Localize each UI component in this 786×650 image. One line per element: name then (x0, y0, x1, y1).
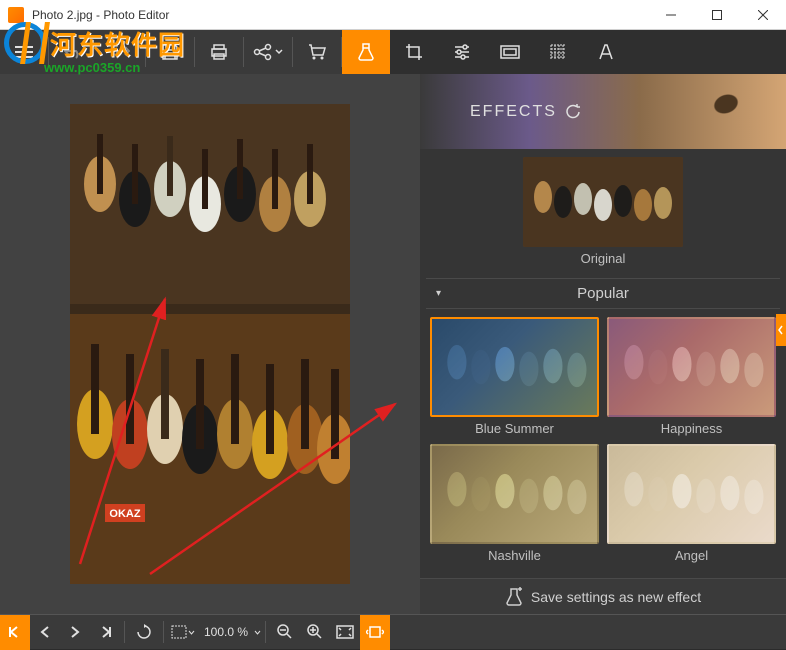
app-icon (8, 7, 24, 23)
svg-text:OKAZ: OKAZ (109, 508, 140, 520)
preset-label: Blue Summer (475, 421, 554, 436)
bottom-toolbar: 100.0 % (0, 614, 786, 649)
close-button[interactable] (740, 0, 786, 30)
undo-button[interactable] (49, 30, 97, 74)
preset-label: Angel (675, 548, 708, 563)
cart-button[interactable] (293, 30, 341, 74)
preset-nashville[interactable]: Nashville (430, 444, 599, 563)
collapse-icon: ▾ (436, 288, 441, 299)
title-bar: Photo 2.jpg - Photo Editor (0, 0, 786, 30)
effects-title: EFFECTS (470, 103, 557, 121)
effects-panel: EFFECTS Original ▾ Popular Blue Summer Ha… (420, 74, 786, 614)
main-toolbar (0, 30, 786, 74)
redo-button[interactable] (97, 30, 145, 74)
prev-button[interactable] (30, 615, 60, 650)
flask-plus-icon (505, 587, 523, 607)
preset-label: Nashville (488, 548, 541, 563)
preset-original-label: Original (581, 251, 626, 266)
window-title: Photo 2.jpg - Photo Editor (32, 8, 648, 22)
menu-button[interactable] (0, 30, 48, 74)
effects-tab[interactable] (342, 30, 390, 74)
preset-original[interactable]: Original (426, 157, 780, 266)
zoom-value[interactable]: 100.0 % (198, 625, 254, 639)
share-button[interactable] (244, 30, 292, 74)
zoom-out-button[interactable] (270, 615, 300, 650)
zoom-dropdown-icon[interactable] (254, 630, 261, 635)
next-button[interactable] (60, 615, 90, 650)
crop-tab[interactable] (390, 30, 438, 74)
actual-size-button[interactable] (360, 615, 390, 650)
category-label: Popular (577, 285, 629, 302)
side-expand-tab[interactable] (776, 314, 786, 346)
save-effect-label: Save settings as new effect (531, 589, 701, 605)
texture-tab[interactable] (534, 30, 582, 74)
adjust-tab[interactable] (438, 30, 486, 74)
zoom-in-button[interactable] (300, 615, 330, 650)
preset-blue-summer[interactable]: Blue Summer (430, 317, 599, 436)
main-image: OKAZ (70, 104, 350, 584)
next-image-button[interactable] (90, 615, 120, 650)
print-button[interactable] (195, 30, 243, 74)
preset-label: Happiness (661, 421, 722, 436)
minimize-button[interactable] (648, 0, 694, 30)
text-tab[interactable] (582, 30, 630, 74)
category-popular[interactable]: ▾ Popular (426, 278, 780, 309)
effects-header: EFFECTS (420, 74, 786, 149)
presets-scroll[interactable]: Original ▾ Popular Blue Summer Happiness N… (420, 149, 786, 578)
save-button[interactable] (146, 30, 194, 74)
fit-screen-button[interactable] (330, 615, 360, 650)
reset-icon[interactable] (565, 104, 581, 120)
preset-happiness[interactable]: Happiness (607, 317, 776, 436)
maximize-button[interactable] (694, 0, 740, 30)
main-image-view[interactable]: OKAZ (0, 74, 420, 614)
prev-image-button[interactable] (0, 615, 30, 650)
preset-angel[interactable]: Angel (607, 444, 776, 563)
frame-tab[interactable] (486, 30, 534, 74)
rotate-button[interactable] (129, 615, 159, 650)
save-effect-button[interactable]: Save settings as new effect (420, 578, 786, 614)
grid-view-button[interactable] (168, 615, 198, 650)
